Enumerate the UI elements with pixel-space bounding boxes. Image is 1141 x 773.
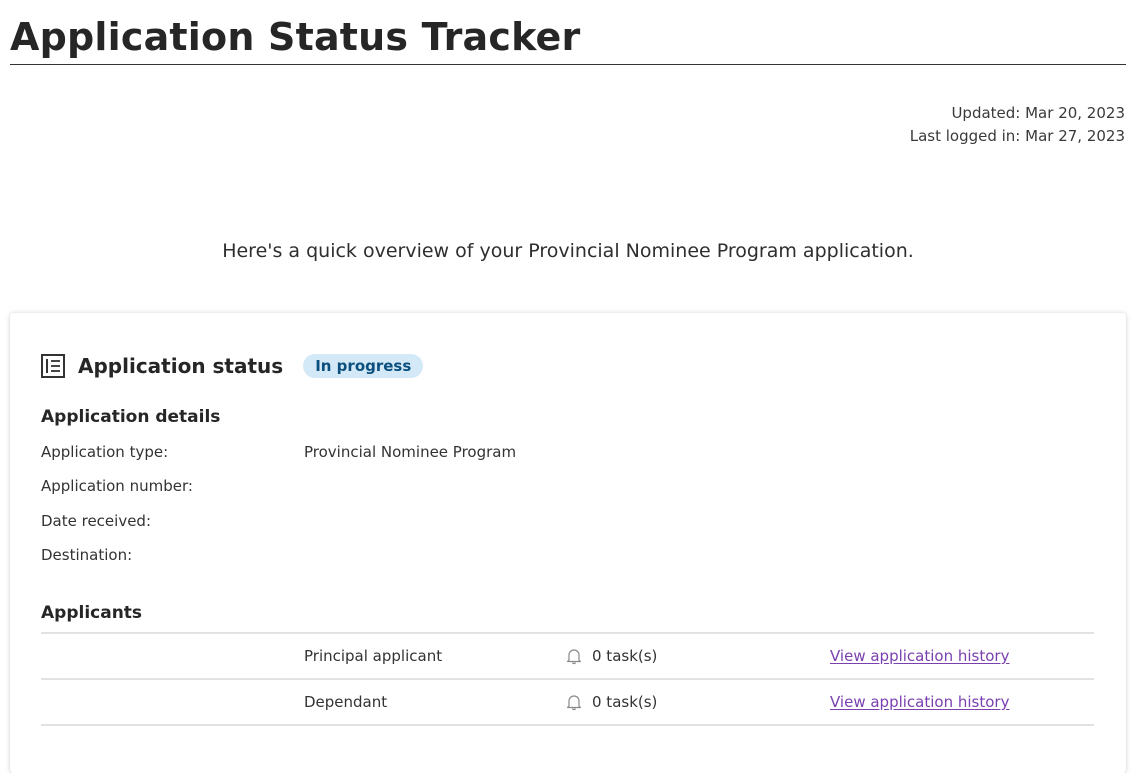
title-divider <box>10 64 1126 65</box>
applicant-tasks: 0 task(s) <box>565 647 657 665</box>
applicant-tasks: 0 task(s) <box>565 693 657 711</box>
task-count: 0 task(s) <box>592 693 658 711</box>
detail-label: Application type: <box>41 443 169 461</box>
view-application-history-link[interactable]: View application history <box>830 693 1009 711</box>
details-heading: Application details <box>41 407 221 427</box>
last-logged-in-date: Last logged in: Mar 27, 2023 <box>909 127 1125 145</box>
view-application-history-link[interactable]: View application history <box>830 647 1009 665</box>
applicant-row-principal: Principal applicant 0 task(s) View appli… <box>41 632 1094 678</box>
task-count: 0 task(s) <box>592 647 658 665</box>
status-title: Application status <box>78 354 284 378</box>
intro-text: Here's a quick overview of your Provinci… <box>222 240 914 262</box>
updated-date: Updated: Mar 20, 2023 <box>951 104 1125 122</box>
detail-label: Destination: <box>41 546 133 564</box>
list-document-icon <box>41 354 65 378</box>
applicant-role: Dependant <box>304 693 388 711</box>
application-status-card: Application status In progress Applicati… <box>10 313 1126 773</box>
status-badge: In progress <box>303 354 424 378</box>
status-header: Application status In progress <box>41 350 424 382</box>
applicants-heading: Applicants <box>41 603 143 623</box>
detail-label: Date received: <box>41 512 152 530</box>
detail-value: Provincial Nominee Program <box>304 443 517 461</box>
meta-info: Updated: Mar 20, 2023 Last logged in: Ma… <box>910 102 1125 148</box>
bell-icon <box>565 647 583 665</box>
applicant-role: Principal applicant <box>304 647 443 665</box>
applicant-row-dependant: Dependant 0 task(s) View application his… <box>41 678 1094 726</box>
detail-label: Application number: <box>41 477 193 495</box>
bell-icon <box>565 693 583 711</box>
applicants-table: Principal applicant 0 task(s) View appli… <box>41 632 1094 726</box>
page-title: Application Status Tracker <box>10 15 581 59</box>
